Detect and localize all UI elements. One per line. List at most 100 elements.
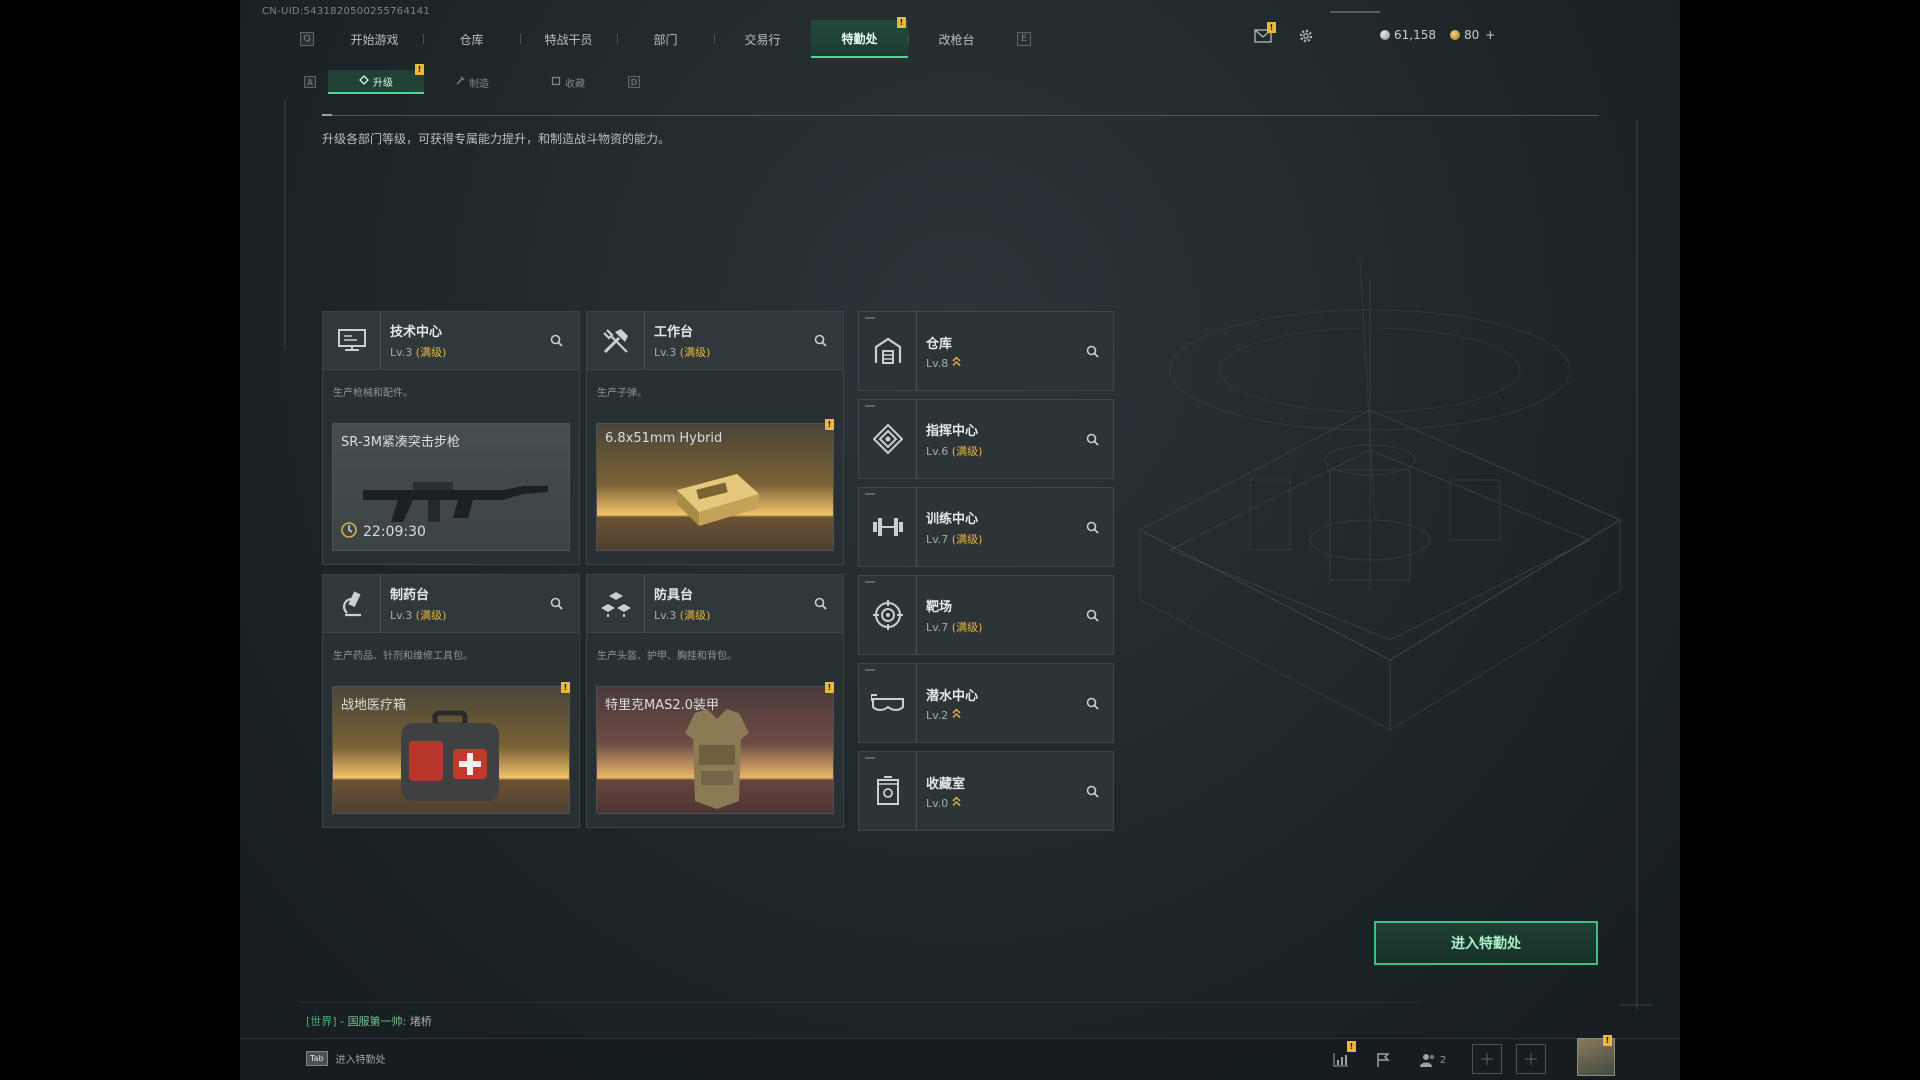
level-value: Lv.3: [654, 346, 680, 359]
friends-count: 2: [1439, 1054, 1447, 1066]
chat-channel: [世界]: [306, 1015, 337, 1028]
nav-tab-2[interactable]: 仓库: [423, 20, 520, 58]
nav-tab-4[interactable]: 部门: [617, 20, 714, 58]
search-icon[interactable]: [545, 593, 567, 615]
search-icon[interactable]: [1081, 780, 1103, 802]
max-level-tag: (满级): [415, 346, 447, 359]
nav-tab-6[interactable]: 特勤处!: [811, 17, 908, 58]
nav-tab-1[interactable]: 开始游戏: [326, 20, 423, 58]
facility-2[interactable]: 指挥中心 Lv.6 (满级): [858, 399, 1114, 479]
subnav-next-key-hint[interactable]: D: [628, 76, 640, 88]
product-name: 特里克MAS2.0装甲: [605, 698, 720, 713]
gold-currency[interactable]: 80 +: [1450, 28, 1495, 42]
subnav-prev-key-hint[interactable]: A: [304, 76, 316, 88]
tab-hint-label: 进入特勤处: [335, 1055, 386, 1066]
search-icon[interactable]: [1081, 692, 1103, 714]
player-avatar[interactable]: !: [1577, 1035, 1615, 1076]
bottom-bar: Tab 进入特勤处 ! 2: [240, 1038, 1680, 1080]
level-value: Lv.0: [926, 796, 952, 810]
product-slot[interactable]: SR-3M紧凑突击步枪 22:09:30: [332, 423, 570, 551]
chat-message: 堵桥: [406, 1015, 432, 1028]
search-icon[interactable]: [1081, 428, 1103, 450]
card-title: 工作台: [654, 325, 694, 340]
card-description: 生产枪械和配件。: [333, 388, 413, 399]
facility-3[interactable]: 训练中心 Lv.7 (满级): [858, 487, 1114, 567]
facility-5[interactable]: 潜水中心 Lv.2: [858, 663, 1114, 743]
settings-gear-icon[interactable]: [1295, 26, 1317, 46]
production-card: 防具台 Lv.3 (满级) 生产头盔、护甲、胸挂和背包。 特里克MAS2.0装甲!: [586, 574, 844, 828]
level-value: Lv.3: [654, 609, 680, 622]
product-slot[interactable]: 6.8x51mm Hybrid: [596, 423, 834, 551]
product-slot[interactable]: 特里克MAS2.0装甲: [596, 686, 834, 814]
warehouse-icon: [859, 311, 917, 391]
silver-currency[interactable]: 61,158: [1380, 28, 1436, 42]
uid-label: CN-UID:5431820500255764141: [262, 6, 431, 17]
max-level-tag: (满级): [951, 532, 983, 546]
enter-special-ops-button[interactable]: 进入特勤处: [1374, 921, 1598, 965]
goggles-icon: [859, 663, 917, 743]
facility-level: Lv.6 (满级): [926, 443, 1081, 459]
nav-tab-5[interactable]: 交易行: [714, 20, 811, 58]
card-header: 防具台 Lv.3 (满级): [587, 574, 843, 633]
upgrade-available-icon: [952, 355, 961, 370]
stats-chart-icon[interactable]: !: [1328, 1041, 1356, 1073]
command-icon: [859, 399, 917, 479]
card-level: Lv.3 (满级): [390, 607, 545, 623]
nav-next-key-hint[interactable]: E: [1017, 32, 1031, 46]
max-level-tag: (满级): [679, 609, 711, 622]
nav-tab-3[interactable]: 特战干员: [520, 20, 617, 58]
upgrade-available-icon: [952, 707, 961, 722]
subnav-tab-2[interactable]: 制造: [424, 70, 520, 94]
product-alert-badge: !: [561, 682, 570, 693]
product-slot[interactable]: 战地医疗箱: [332, 686, 570, 814]
card-title-block: 技术中心 Lv.3 (满级): [381, 321, 545, 360]
card-description: 生产药品、针剂和维修工具包。: [333, 651, 473, 662]
card-title: 技术中心: [390, 325, 443, 340]
flag-icon[interactable]: [1370, 1047, 1396, 1073]
mail-icon[interactable]: !: [1252, 22, 1276, 46]
silver-coin-icon: [1380, 30, 1390, 40]
subnav-tab-icon: [359, 74, 369, 88]
card-header: 制药台 Lv.3 (满级): [323, 574, 579, 633]
search-icon[interactable]: [809, 593, 831, 615]
search-icon[interactable]: [809, 330, 831, 352]
search-icon[interactable]: [545, 330, 567, 352]
search-icon[interactable]: [1081, 604, 1103, 626]
production-timer: 22:09:30: [341, 522, 426, 542]
invite-slot-2-plus-icon[interactable]: [1516, 1044, 1546, 1074]
card-title-block: 制药台 Lv.3 (满级): [381, 584, 545, 623]
gold-add-button[interactable]: +: [1485, 28, 1495, 42]
product-alert-badge: !: [825, 682, 834, 693]
facility-title-block: 指挥中心 Lv.6 (满级): [917, 420, 1081, 459]
facility-level: Lv.7 (满级): [926, 619, 1081, 635]
nav-tab-7[interactable]: 改枪台: [908, 20, 1005, 58]
stats-alert-badge: !: [1347, 1041, 1356, 1052]
level-value: Lv.2: [926, 708, 952, 722]
facility-title: 收藏室: [926, 776, 966, 792]
tech-center-icon: [323, 311, 381, 370]
subnav-tab-3[interactable]: 收藏: [520, 70, 616, 94]
tab-key-hint[interactable]: Tab 进入特勤处: [306, 1051, 386, 1066]
subnav-tab-label: 升级: [373, 77, 393, 89]
invite-slot-1-plus-icon[interactable]: [1472, 1044, 1502, 1074]
card-header: 技术中心 Lv.3 (满级): [323, 311, 579, 370]
level-value: Lv.3: [390, 609, 416, 622]
facility-4[interactable]: 靶场 Lv.7 (满级): [858, 575, 1114, 655]
card-level: Lv.3 (满级): [654, 607, 809, 623]
search-icon[interactable]: [1081, 340, 1103, 362]
card-title-block: 工作台 Lv.3 (满级): [645, 321, 809, 360]
top-nav: Q 开始游戏 仓库 特战干员 部门 交易行 特勤处! 改枪台 E: [300, 17, 1031, 58]
facility-title: 潜水中心: [926, 688, 979, 704]
search-icon[interactable]: [1081, 516, 1103, 538]
page-description: 升级各部门等级，可获得专属能力提升，和制造战斗物资的能力。: [322, 132, 671, 146]
facility-level: Lv.7 (满级): [926, 531, 1081, 547]
facility-6[interactable]: 收藏室 Lv.0: [858, 751, 1114, 831]
facility-1[interactable]: 仓库 Lv.8: [858, 311, 1114, 391]
production-card: 工作台 Lv.3 (满级) 生产子弹。 6.8x51mm Hybrid!: [586, 311, 844, 565]
subnav-tab-1[interactable]: 升级!: [328, 64, 424, 94]
nav-prev-key-hint[interactable]: Q: [300, 32, 314, 46]
card-description: 生产子弹。: [597, 388, 647, 399]
silver-amount: 61,158: [1394, 28, 1436, 42]
friends-icon[interactable]: 2: [1415, 1047, 1451, 1073]
chat-line[interactable]: [世界] - 国服第一帅: 堵桥: [306, 1013, 432, 1029]
